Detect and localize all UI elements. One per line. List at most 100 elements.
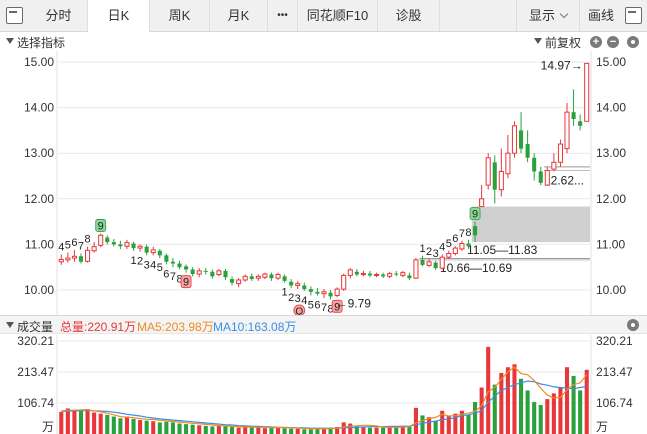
candle-body-down xyxy=(473,226,478,236)
candle-body-up xyxy=(275,273,281,279)
volume-bar-up xyxy=(275,427,281,434)
volume-bar-down xyxy=(525,390,530,434)
volume-bar-up xyxy=(505,367,510,434)
td-count-number: 7 xyxy=(78,241,84,253)
gap-range-label: 11.05—11.83 xyxy=(467,243,538,257)
kline-chart[interactable]: 12.62... 11.05—11.83 10.66—10.69 15.00 15.0… xyxy=(0,0,647,434)
price-tick-label-right: 13.00 xyxy=(596,146,626,160)
candle-body-up xyxy=(439,256,445,269)
volume-bar-up xyxy=(85,409,90,434)
ma5-volume-value: MA5:203.98万 xyxy=(137,320,214,334)
volume-bar-up xyxy=(262,428,267,434)
candle-body-up xyxy=(137,245,143,249)
volume-bar-up xyxy=(387,427,392,434)
td-count-number: 4 xyxy=(439,241,445,253)
candle-body-up xyxy=(150,249,156,254)
volume-tick-label-left: 213.47 xyxy=(17,365,54,379)
candle-body-up xyxy=(511,125,518,154)
volume-bar-down xyxy=(230,427,235,434)
candle-body-down xyxy=(466,243,471,247)
td-count-number: 1 xyxy=(282,287,288,299)
td-count-number: 6 xyxy=(71,237,77,249)
candle-body-down xyxy=(519,130,524,149)
volume-bar-down xyxy=(367,427,373,434)
volume-bar-up xyxy=(413,407,418,434)
volume-bar-down xyxy=(289,428,294,434)
volume-indicator-name[interactable]: 成交量 xyxy=(17,318,53,335)
candle-body-up xyxy=(98,234,104,246)
volume-bar-up xyxy=(151,421,156,434)
volume-bar-down xyxy=(210,426,215,434)
candle-body-up xyxy=(124,242,130,247)
volume-bar-down xyxy=(473,402,478,434)
td-count-number: 2 xyxy=(426,246,432,258)
td-count-number: 6 xyxy=(163,268,169,280)
volume-bar-up xyxy=(124,416,129,434)
volume-bar-down xyxy=(118,418,123,434)
candle-body-up xyxy=(334,288,340,296)
candle-body-up xyxy=(479,198,485,208)
candle-body-down xyxy=(302,285,307,290)
td-count-number: 5 xyxy=(65,240,71,252)
candle-body-down xyxy=(203,270,208,272)
price-tick-label-left: 13.00 xyxy=(24,146,54,160)
volume-bar-down xyxy=(164,421,169,434)
candle-body-up xyxy=(564,111,570,150)
low-price-annotation: ←9.79 xyxy=(336,297,372,311)
candle-body-down xyxy=(164,255,169,262)
volume-bar-down xyxy=(420,415,425,434)
volume-bar-up xyxy=(558,387,563,434)
td-count-number: 9 xyxy=(98,220,104,232)
volume-bar-up xyxy=(295,428,300,434)
candle-body-up xyxy=(347,269,353,276)
candle-body-up xyxy=(400,272,406,276)
td-count-number: 8 xyxy=(84,234,90,246)
candle-body-up xyxy=(242,275,248,281)
candle-body-up xyxy=(236,279,242,285)
td-count-number: 6 xyxy=(314,299,320,311)
td-count-number: 9 xyxy=(472,209,478,221)
price-tick-label-left: 11.00 xyxy=(25,237,54,251)
candle-body-down xyxy=(157,250,162,256)
candle-body-up xyxy=(374,273,380,276)
volume-bar-up xyxy=(361,427,366,434)
candle-body-up xyxy=(387,273,393,277)
candle-body-up xyxy=(544,170,550,186)
volume-bar-down xyxy=(315,428,320,434)
gap-range-label: 12.62... xyxy=(544,174,584,188)
price-tick-label-left: 10.00 xyxy=(24,283,54,297)
volume-bar-down xyxy=(170,422,175,434)
volume-bar-down xyxy=(394,427,399,434)
candle-body-up xyxy=(321,291,327,295)
candle-body-down xyxy=(282,276,287,281)
candle-body-down xyxy=(308,289,313,292)
volume-bar-up xyxy=(236,427,241,434)
candle-body-up xyxy=(65,257,71,261)
candle-body-down xyxy=(381,274,386,277)
volume-bar-down xyxy=(308,429,313,434)
volume-bar-down xyxy=(111,416,116,434)
candle-body-down xyxy=(177,263,182,268)
volume-bar-up xyxy=(374,427,379,434)
td-count-number: 2 xyxy=(137,256,143,268)
candle-body-down xyxy=(118,244,123,247)
candle-body-down xyxy=(210,271,215,277)
volume-bar-down xyxy=(282,428,287,434)
candle-body-down xyxy=(184,266,189,270)
candle-body-up xyxy=(58,258,64,263)
volume-unit-label-right: 万 xyxy=(596,420,608,434)
volume-bar-down xyxy=(578,390,583,434)
candle-body-down xyxy=(131,243,136,249)
gear-icon[interactable] xyxy=(627,319,639,331)
candle-body-down xyxy=(407,275,412,279)
candle-body-down xyxy=(105,237,110,243)
td-count-number: 5 xyxy=(308,299,314,311)
td-count-number: 4 xyxy=(150,259,156,271)
caret-down-icon[interactable] xyxy=(6,322,14,328)
volume-unit-label-left: 万 xyxy=(42,420,54,434)
td-count-number: 1 xyxy=(419,243,425,255)
price-tick-label-left: 12.00 xyxy=(24,192,54,206)
td-count-number: 7 xyxy=(459,228,465,240)
volume-bar-down xyxy=(433,420,438,434)
candle-body-down xyxy=(578,121,583,126)
